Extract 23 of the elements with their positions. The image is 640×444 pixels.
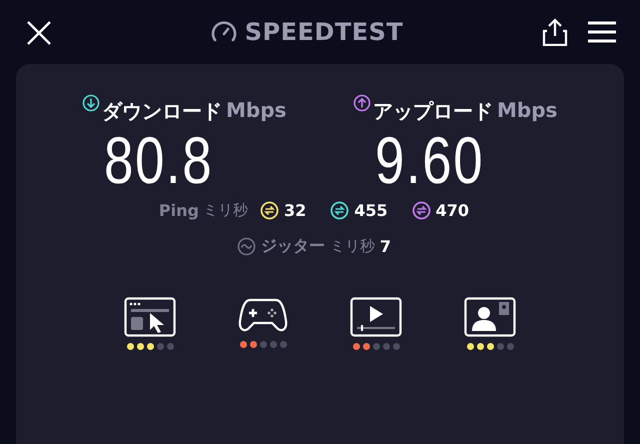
ping-unit: ミリ秒 (202, 201, 248, 220)
gauge-icon (210, 21, 237, 43)
result-label: ダウンロード (102, 98, 222, 125)
wave-icon (236, 237, 256, 256)
video-player-icon (350, 297, 402, 337)
video-call-icon (464, 297, 516, 337)
speed-value: 80.8 (104, 125, 214, 195)
unit-label: Mbps (497, 98, 558, 122)
ping-value: 32 (284, 201, 306, 220)
jitter-unit: ミリ秒 (330, 237, 375, 256)
result-label: アップロード (373, 98, 493, 125)
ping-label: Ping (158, 201, 199, 220)
app-title: SPEEDTEST (244, 18, 404, 46)
ping-value: 470 (436, 201, 470, 220)
jitter-value: 7 (380, 237, 392, 256)
unit-label: Mbps (226, 98, 286, 122)
jitter-label: ジッター (260, 236, 325, 257)
browser-cursor-icon (124, 297, 176, 337)
ping-value: 455 (354, 201, 388, 220)
menu-icon[interactable] (588, 21, 616, 43)
share-icon[interactable] (542, 18, 568, 46)
speed-value: 9.60 (375, 125, 486, 195)
close-icon[interactable] (26, 20, 52, 46)
